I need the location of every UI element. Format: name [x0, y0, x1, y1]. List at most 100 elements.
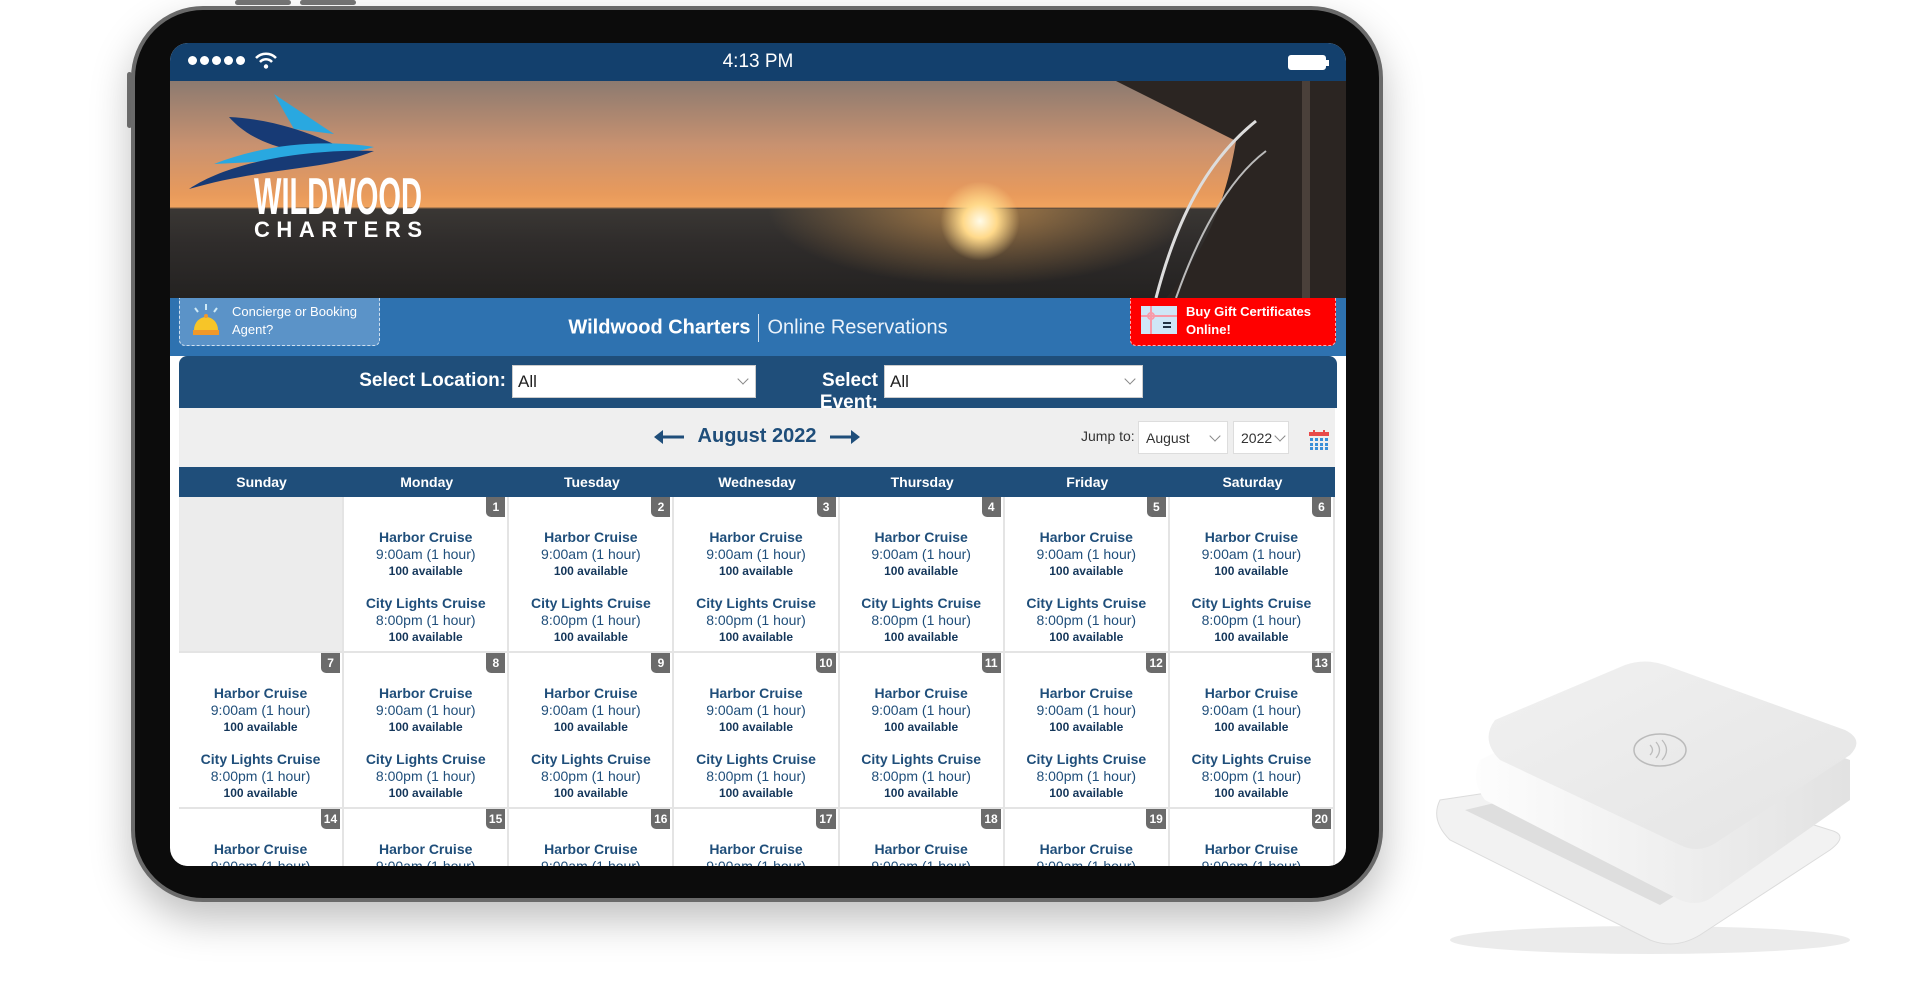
event-slot[interactable]: Harbor Cruise9:00am (1 hour)100 availabl…: [509, 841, 672, 866]
calendar-day-cell: 2 Harbor Cruise 9:00am (1 hour) 100 availab…: [509, 497, 675, 653]
event-slot[interactable]: Harbor Cruise9:00am (1 hour)100 availabl…: [179, 841, 342, 866]
calendar-day-cell: 20 Harbor Cruise9:00am (1 hour)100 availa…: [1169, 809, 1335, 866]
chevron-down-icon: [1274, 430, 1286, 442]
site-name: Wildwood Charters: [568, 316, 751, 339]
event-slot[interactable]: Harbor Cruise9:00am (1 hour)100 availabl…: [674, 841, 837, 866]
event-slot[interactable]: City Lights Cruise 8:00pm (1 hour) 100 ava…: [840, 751, 1003, 801]
sun: [940, 181, 1020, 261]
calendar-toolbar: August 2022 Jump to: August 2022: [179, 408, 1335, 467]
weekday-header: Sunday Monday Tuesday Wednesday Thursday Frid…: [179, 467, 1335, 497]
event-slot[interactable]: Harbor Cruise9:00am (1 hour)100 availabl…: [509, 529, 672, 579]
event-slot[interactable]: Harbor Cruise9:00am (1 hour)100 availabl…: [344, 685, 507, 735]
event-name: Harbor Cruise: [1204, 685, 1299, 701]
event-slot[interactable]: Harbor Cruise9:00am (1 hour)100 availabl…: [179, 685, 342, 735]
event-time: 9:00am (1 hour): [1036, 858, 1137, 866]
event-name: Harbor Cruise: [709, 841, 803, 857]
event-slot[interactable]: City Lights Cruise 8:00pm (1 hour) 100 ava…: [1005, 595, 1168, 645]
event-name: City Lights Cruise: [696, 595, 816, 611]
event-slot[interactable]: City Lights Cruise 8:00pm (1 hour) 100 ava…: [509, 595, 672, 645]
event-time: 8:00pm (1 hour): [210, 768, 311, 784]
event-slot[interactable]: Harbor Cruise9:00am (1 hour)100 availabl…: [344, 529, 507, 579]
jump-year-value: 2022: [1241, 430, 1273, 446]
date-badge: 20: [1311, 809, 1331, 829]
date-badge: 5: [1146, 497, 1166, 517]
event-time: 9:00am (1 hour): [375, 702, 476, 718]
weekday-wednesday: Wednesday: [718, 474, 796, 490]
event-name: Harbor Cruise: [1039, 841, 1133, 857]
event-name: City Lights Cruise: [696, 751, 816, 767]
event-time: 8:00pm (1 hour): [375, 768, 476, 784]
event-name: Harbor Cruise: [709, 685, 803, 701]
jump-year-select[interactable]: 2022: [1233, 421, 1289, 454]
calendar-day-cell: 15 Harbor Cruise9:00am (1 hour)100 availa…: [344, 809, 510, 866]
calendar-day-cell: 16 Harbor Cruise9:00am (1 hour)100 availa…: [509, 809, 675, 866]
weekday-tuesday: Tuesday: [563, 474, 620, 490]
event-slot[interactable]: City Lights Cruise 8:00pm (1 hour) 100 ava…: [674, 595, 837, 645]
event-slot[interactable]: Harbor Cruise9:00am (1 hour)100 availabl…: [674, 529, 837, 579]
event-slot[interactable]: Harbor Cruise9:00am (1 hour)100 availabl…: [1170, 529, 1333, 579]
event-time: 8:00pm (1 hour): [871, 612, 971, 628]
status-bar: 4:13 PM: [170, 43, 1346, 81]
event-slot[interactable]: Harbor Cruise9:00am (1 hour)100 availabl…: [509, 685, 672, 735]
event-slot[interactable]: Harbor Cruise9:00am (1 hour)100 availabl…: [674, 685, 837, 735]
event-time: 8:00pm (1 hour): [541, 768, 641, 784]
event-availability: 100 available: [388, 720, 463, 734]
calendar-icon[interactable]: [1309, 430, 1329, 450]
event-name: Harbor Cruise: [379, 529, 473, 545]
event-name: City Lights Cruise: [1026, 751, 1147, 767]
previous-month-arrow-icon[interactable]: [653, 429, 684, 444]
event-availability: 100 available: [884, 720, 959, 734]
calendar-day-cell: 19 Harbor Cruise9:00am (1 hour)100 availa…: [1004, 809, 1170, 866]
jump-month-value: August: [1146, 430, 1190, 446]
event-slot[interactable]: City Lights Cruise 8:00pm (1 hour) 100 ava…: [1170, 595, 1333, 645]
jump-month-select[interactable]: August: [1138, 421, 1228, 454]
weekday-monday: Monday: [400, 474, 454, 490]
event-slot[interactable]: City Lights Cruise 8:00pm (1 hour) 100 ava…: [179, 751, 342, 801]
event-slot[interactable]: City Lights Cruise 8:00pm (1 hour) 100 ava…: [1005, 751, 1168, 801]
event-slot[interactable]: City Lights Cruise 8:00pm (1 hour) 100 ava…: [840, 595, 1003, 645]
event-slot[interactable]: Harbor Cruise9:00am (1 hour)100 availabl…: [344, 841, 507, 866]
event-name: Harbor Cruise: [709, 529, 803, 545]
event-slot[interactable]: City Lights Cruise 8:00pm (1 hour) 100 ava…: [509, 751, 672, 801]
weekday-saturday: Saturday: [1222, 474, 1283, 490]
event-name: City Lights Cruise: [1026, 595, 1147, 611]
event-name: City Lights Cruise: [1191, 751, 1312, 767]
calendar-day-cell: 11 Harbor Cruise 9:00am (1 hour) 100 availa…: [839, 653, 1005, 809]
event-time: 9:00am (1 hour): [706, 702, 806, 718]
event-slot[interactable]: Harbor Cruise9:00am (1 hour)100 availabl…: [840, 841, 1003, 866]
event-slot[interactable]: Harbor Cruise9:00am (1 hour)100 availabl…: [1005, 841, 1168, 866]
chevron-down-icon: [1124, 373, 1136, 385]
gift-certificates-button[interactable]: Buy Gift Certificates Online!: [1130, 298, 1336, 346]
event-select[interactable]: All: [884, 365, 1143, 398]
event-name: Harbor Cruise: [213, 685, 308, 701]
event-slot[interactable]: Harbor Cruise9:00am (1 hour)100 availabl…: [840, 529, 1003, 579]
event-name: City Lights Cruise: [861, 595, 982, 611]
event-availability: 100 available: [718, 630, 794, 644]
event-time: 8:00pm (1 hour): [1036, 612, 1137, 628]
event-slot[interactable]: Harbor Cruise9:00am (1 hour)100 availabl…: [840, 685, 1003, 735]
title-divider: [758, 314, 760, 342]
event-availability: 100 available: [1214, 786, 1289, 800]
event-availability: 100 available: [553, 786, 628, 800]
hero-banner: WILDWOOD CHARTERS: [170, 81, 1346, 298]
event-slot[interactable]: Harbor Cruise9:00am (1 hour)100 availabl…: [1170, 685, 1333, 735]
calendar-grid: 1 Harbor Cruise 9:00am (1 hour) 100 availab…: [179, 497, 1335, 866]
next-month-arrow-icon[interactable]: [830, 429, 861, 444]
event-availability: 100 available: [884, 564, 959, 578]
event-slot[interactable]: Harbor Cruise9:00am (1 hour)100 availabl…: [1005, 529, 1168, 579]
jump-to-label: Jump to:: [1081, 428, 1135, 444]
date-badge: 2: [651, 497, 671, 517]
event-slot[interactable]: City Lights Cruise 8:00pm (1 hour) 100 ava…: [344, 751, 507, 801]
event-time: 8:00pm (1 hour): [541, 612, 641, 628]
event-slot[interactable]: City Lights Cruise 8:00pm (1 hour) 100 ava…: [344, 595, 507, 645]
event-slot[interactable]: City Lights Cruise 8:00pm (1 hour) 100 ava…: [1170, 751, 1333, 801]
location-select[interactable]: All: [512, 365, 756, 398]
event-name: Harbor Cruise: [1204, 529, 1299, 545]
event-time: 8:00pm (1 hour): [871, 768, 971, 784]
gift-label: Buy Gift Certificates Online!: [1186, 304, 1311, 337]
event-slot[interactable]: Harbor Cruise9:00am (1 hour)100 availabl…: [1170, 841, 1333, 866]
event-slot[interactable]: City Lights Cruise 8:00pm (1 hour) 100 ava…: [674, 751, 837, 801]
event-slot[interactable]: Harbor Cruise9:00am (1 hour)100 availabl…: [1005, 685, 1168, 735]
event-time: 9:00am (1 hour): [1036, 546, 1137, 562]
event-time: 8:00pm (1 hour): [706, 768, 806, 784]
